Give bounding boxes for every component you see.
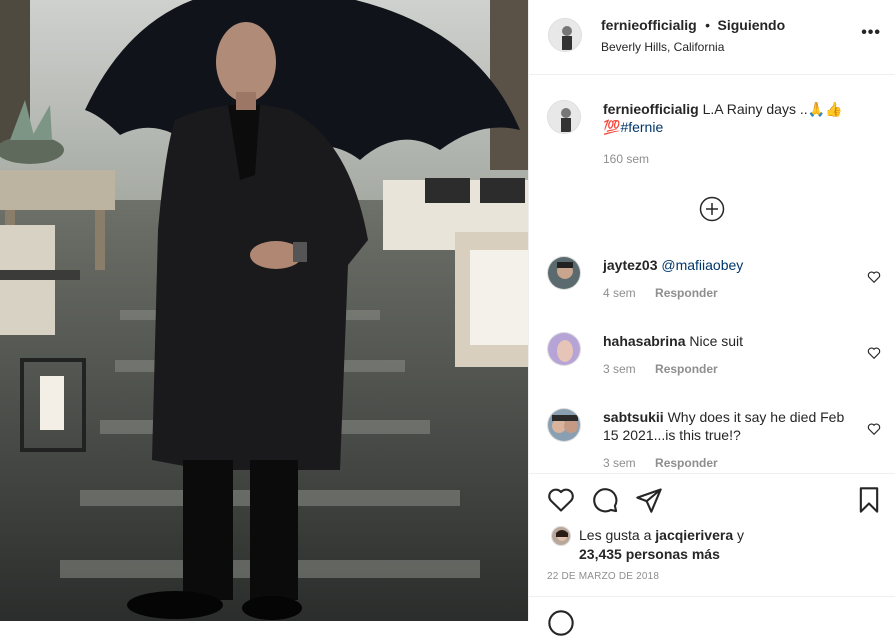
commenter-avatar[interactable] <box>547 256 581 290</box>
post-actions: Les gusta a jacqierivera y 23,435 person… <box>529 473 895 636</box>
comment-age: 3 sem <box>603 456 636 470</box>
photo-illustration <box>0 0 528 621</box>
commenter-avatar[interactable] <box>547 408 581 442</box>
caption-hashtag[interactable]: #fernie <box>620 119 663 135</box>
more-options-icon[interactable]: ••• <box>861 24 881 42</box>
comment-username[interactable]: sabtsukii <box>603 409 664 425</box>
header-title-line: fernieofficialig • Siguiendo <box>601 17 785 35</box>
emoji-icon[interactable] <box>547 609 575 637</box>
reply-button[interactable]: Responder <box>655 456 718 470</box>
likes-prefix: Les gusta a <box>579 527 652 543</box>
likes-and: y <box>737 527 745 543</box>
comments-list[interactable]: fernieofficialig L.A Rainy days ..🙏👍 💯#f… <box>529 76 895 472</box>
caption-emoji-100: 💯 <box>603 119 621 135</box>
reply-button[interactable]: Responder <box>655 362 718 376</box>
reply-button[interactable]: Responder <box>655 286 718 300</box>
caption-text: L.A Rainy days .. <box>702 101 808 117</box>
commenter-avatar[interactable] <box>547 332 581 366</box>
caption-username[interactable]: fernieofficialig <box>603 101 699 117</box>
comment-mention[interactable]: @mafiiaobey <box>661 257 743 273</box>
comment-age: 4 sem <box>603 286 636 300</box>
comment-bubble-icon[interactable] <box>591 486 619 514</box>
caption-age: 160 sem <box>603 152 650 166</box>
comment-age: 3 sem <box>603 362 636 376</box>
comment-body: sabtsukii Why does it say he died Feb 15… <box>603 408 851 472</box>
comment-text: Nice suit <box>689 333 744 349</box>
caption-avatar[interactable] <box>547 100 581 134</box>
comment-meta: 4 sem Responder <box>603 284 851 302</box>
comment-body: hahasabrina Nice suit 3 sem Responder <box>603 332 851 378</box>
post-location[interactable]: Beverly Hills, California <box>601 40 724 54</box>
likes-text: Les gusta a jacqierivera y 23,435 person… <box>579 526 879 564</box>
avatar-image <box>549 19 581 51</box>
plus-circle-icon[interactable] <box>699 196 725 222</box>
comment-heart-icon[interactable] <box>867 270 881 284</box>
following-button[interactable]: Siguiendo <box>718 17 786 33</box>
separator-dot: • <box>705 17 711 33</box>
author-avatar[interactable] <box>548 18 582 52</box>
comment-username[interactable]: hahasabrina <box>603 333 685 349</box>
caption-emojis: 🙏👍 <box>807 101 843 117</box>
avatar-image <box>548 257 580 289</box>
post-date[interactable]: 22 DE MARZO DE 2018 <box>547 571 659 582</box>
liker-username[interactable]: jacqierivera <box>655 527 733 543</box>
comment-heart-icon[interactable] <box>867 346 881 360</box>
avatar-image <box>548 333 580 365</box>
likes-count[interactable]: 23,435 personas más <box>579 546 720 562</box>
comment-meta: 3 sem Responder <box>603 360 851 378</box>
avatar-image <box>548 101 580 133</box>
paper-plane-icon[interactable] <box>635 486 663 514</box>
comment-meta: 3 sem Responder <box>603 454 851 472</box>
comment-body: jaytez03 @mafiiaobey 4 sem Responder <box>603 256 851 302</box>
avatar-image <box>548 409 580 441</box>
heart-icon[interactable] <box>547 486 575 514</box>
comment-username[interactable]: jaytez03 <box>603 257 657 273</box>
caption-meta: 160 sem <box>603 150 851 168</box>
avatar-image <box>552 527 570 545</box>
post-photo[interactable] <box>0 0 528 621</box>
comment-heart-icon[interactable] <box>867 422 881 436</box>
bookmark-icon[interactable] <box>855 486 883 514</box>
caption-body: fernieofficialig L.A Rainy days ..🙏👍 💯#f… <box>603 100 851 168</box>
add-comment-bar[interactable] <box>529 596 895 636</box>
post-side-panel: fernieofficialig • Siguiendo Beverly Hil… <box>528 0 895 636</box>
author-username[interactable]: fernieofficialig <box>601 17 697 33</box>
post-header: fernieofficialig • Siguiendo Beverly Hil… <box>529 0 895 75</box>
liker-avatar[interactable] <box>551 526 571 546</box>
